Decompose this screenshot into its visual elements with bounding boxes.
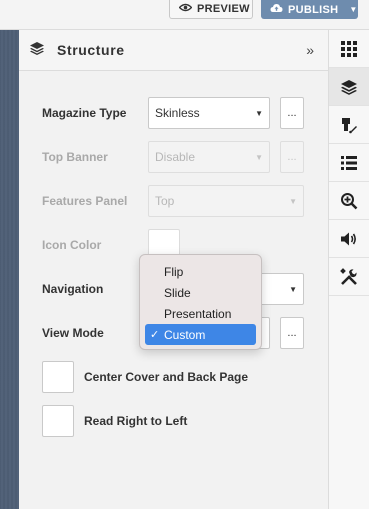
chevron-down-icon: ▼ xyxy=(255,152,263,162)
icon-color-label: Icon Color xyxy=(42,238,102,252)
grid-button[interactable] xyxy=(329,30,369,68)
tools-icon xyxy=(340,267,357,285)
view-mode-dropdown-menu: Flip Slide Presentation ✓ Custom xyxy=(139,254,262,350)
magazine-type-more-button[interactable]: ... xyxy=(280,97,304,129)
right-to-left-checkbox[interactable] xyxy=(42,405,74,437)
chevron-down-icon: ▼ xyxy=(255,108,263,118)
top-banner-label: Top Banner xyxy=(42,150,108,164)
zoom-in-icon xyxy=(341,192,358,209)
center-cover-row: Center Cover and Back Page xyxy=(42,361,248,393)
zoom-in-button[interactable] xyxy=(329,182,369,220)
right-toolbar xyxy=(329,30,369,509)
dropdown-option-presentation[interactable]: Presentation xyxy=(145,303,256,324)
checkmark-icon: ✓ xyxy=(150,329,160,341)
list-button[interactable] xyxy=(329,144,369,182)
magazine-type-label: Magazine Type xyxy=(42,106,127,120)
layers-icon xyxy=(29,41,45,60)
center-cover-checkbox[interactable] xyxy=(42,361,74,393)
panel-header: Structure » xyxy=(19,30,328,71)
chevron-down-icon: ▼ xyxy=(289,196,297,206)
layers-button[interactable] xyxy=(329,68,369,106)
paint-icon xyxy=(342,117,357,133)
collapse-panel-button[interactable]: » xyxy=(306,42,314,58)
chevron-down-icon[interactable]: ▼ xyxy=(349,5,357,14)
layers-icon xyxy=(341,79,357,95)
top-banner-row: Top Banner Disable ▼ ... xyxy=(42,141,304,173)
features-panel-select[interactable]: Top ▼ xyxy=(148,185,304,217)
center-cover-label: Center Cover and Back Page xyxy=(84,370,249,384)
publish-label: PUBLISH xyxy=(288,3,339,16)
dropdown-option-custom-label: Custom xyxy=(164,327,206,342)
top-banner-value: Disable xyxy=(155,150,196,164)
volume-icon xyxy=(341,232,356,245)
right-to-left-row: Read Right to Left xyxy=(42,405,187,437)
features-panel-row: Features Panel Top ▼ xyxy=(42,185,304,217)
magazine-type-row: Magazine Type Skinless ▼ ... xyxy=(42,97,304,129)
dropdown-option-flip[interactable]: Flip xyxy=(145,261,256,282)
right-to-left-label: Read Right to Left xyxy=(84,414,188,428)
features-panel-label: Features Panel xyxy=(42,194,128,208)
preview-button[interactable]: PREVIEW xyxy=(169,0,253,19)
background-texture xyxy=(0,0,19,509)
dropdown-option-custom[interactable]: ✓ Custom xyxy=(145,324,256,345)
magazine-type-select[interactable]: Skinless ▼ xyxy=(148,97,270,129)
cloud-upload-icon xyxy=(270,3,283,16)
volume-button[interactable] xyxy=(329,220,369,258)
panel-title: Structure xyxy=(57,42,125,58)
publish-button[interactable]: PUBLISH ▼ xyxy=(261,0,358,19)
grid-icon xyxy=(341,40,357,57)
top-banner-select[interactable]: Disable ▼ xyxy=(148,141,270,173)
list-icon xyxy=(341,155,357,170)
view-mode-more-button[interactable]: ... xyxy=(280,317,304,349)
eye-icon xyxy=(178,3,193,15)
top-banner-more-button[interactable]: ... xyxy=(280,141,304,173)
chevron-down-icon: ▼ xyxy=(289,284,297,294)
paint-button[interactable] xyxy=(329,106,369,144)
view-mode-label: View Mode xyxy=(42,326,104,340)
preview-label: PREVIEW xyxy=(197,3,250,15)
navigation-label: Navigation xyxy=(42,282,104,296)
features-panel-value: Top xyxy=(155,194,175,208)
magazine-type-value: Skinless xyxy=(155,106,200,120)
dropdown-option-slide[interactable]: Slide xyxy=(145,282,256,303)
tools-button[interactable] xyxy=(329,258,369,296)
